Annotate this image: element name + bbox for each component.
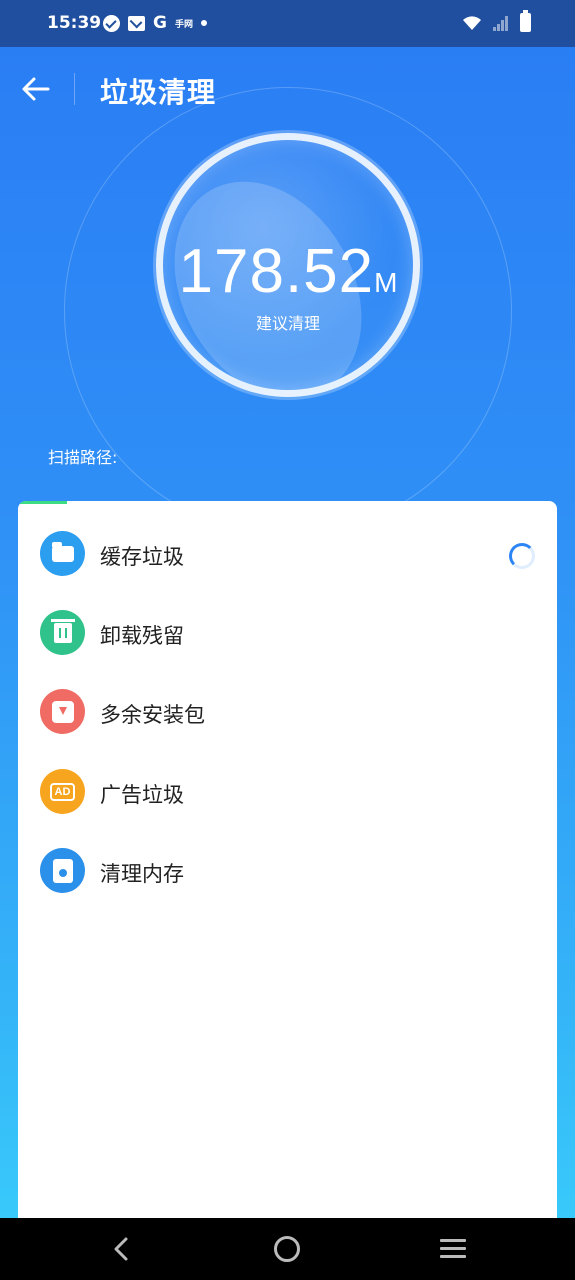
scan-results-card: 缓存垃圾 卸载残留 多余安装包 AD 广告垃圾 清理内存 xyxy=(18,501,557,1241)
status-bar: 15:39 G 手网 xyxy=(0,0,575,47)
status-time: 15:39 xyxy=(47,13,102,33)
junk-size-gauge: 178.52M 建议清理 xyxy=(156,133,420,397)
nav-menu-icon[interactable] xyxy=(440,1239,466,1259)
junk-size-unit: M xyxy=(374,267,398,298)
nav-home-icon[interactable] xyxy=(274,1236,300,1262)
app-icon: 手网 xyxy=(174,19,193,30)
check-circle-icon xyxy=(103,14,120,32)
mail-icon xyxy=(128,15,145,31)
list-item-label: 卸载残留 xyxy=(100,624,184,648)
signal-icon xyxy=(493,15,508,31)
list-item-label: 清理内存 xyxy=(100,862,184,886)
package-icon xyxy=(40,689,85,734)
gauge-caption: 建议清理 xyxy=(255,314,320,333)
list-item-label: 多余安装包 xyxy=(100,703,205,727)
scan-progress-fill xyxy=(18,501,67,504)
header-divider xyxy=(74,73,75,105)
list-item-ad-junk[interactable]: AD 广告垃圾 xyxy=(18,755,557,827)
list-item-uninstall-residue[interactable]: 卸载残留 xyxy=(18,596,557,668)
list-item-cache-junk[interactable]: 缓存垃圾 xyxy=(18,517,557,589)
trash-icon xyxy=(40,610,85,655)
arrow-left-icon[interactable] xyxy=(18,71,54,107)
list-item-label: 缓存垃圾 xyxy=(100,545,184,569)
notification-icons: G 手网 xyxy=(103,13,207,33)
gauge-value: 178.52M xyxy=(163,236,413,307)
system-icons xyxy=(462,10,531,32)
loading-spinner-icon xyxy=(509,543,535,569)
junk-size-value: 178.52 xyxy=(178,237,375,306)
folder-icon xyxy=(40,531,85,576)
list-item-label: 广告垃圾 xyxy=(100,783,184,807)
ad-icon: AD xyxy=(40,769,85,814)
page-title: 垃圾清理 xyxy=(100,76,217,109)
google-icon: G xyxy=(153,13,167,33)
nav-back-icon[interactable] xyxy=(108,1236,134,1262)
system-nav-bar xyxy=(0,1218,575,1280)
scan-progress-bar xyxy=(18,501,557,504)
wifi-icon xyxy=(463,15,481,30)
scan-path-label: 扫描路径: xyxy=(48,448,118,467)
memory-card-icon xyxy=(40,848,85,893)
list-item-clean-memory[interactable]: 清理内存 xyxy=(18,834,557,906)
header: 垃圾清理 xyxy=(0,47,575,535)
battery-icon xyxy=(520,10,531,32)
dot-icon xyxy=(200,20,207,26)
list-item-redundant-packages[interactable]: 多余安装包 xyxy=(18,675,557,747)
